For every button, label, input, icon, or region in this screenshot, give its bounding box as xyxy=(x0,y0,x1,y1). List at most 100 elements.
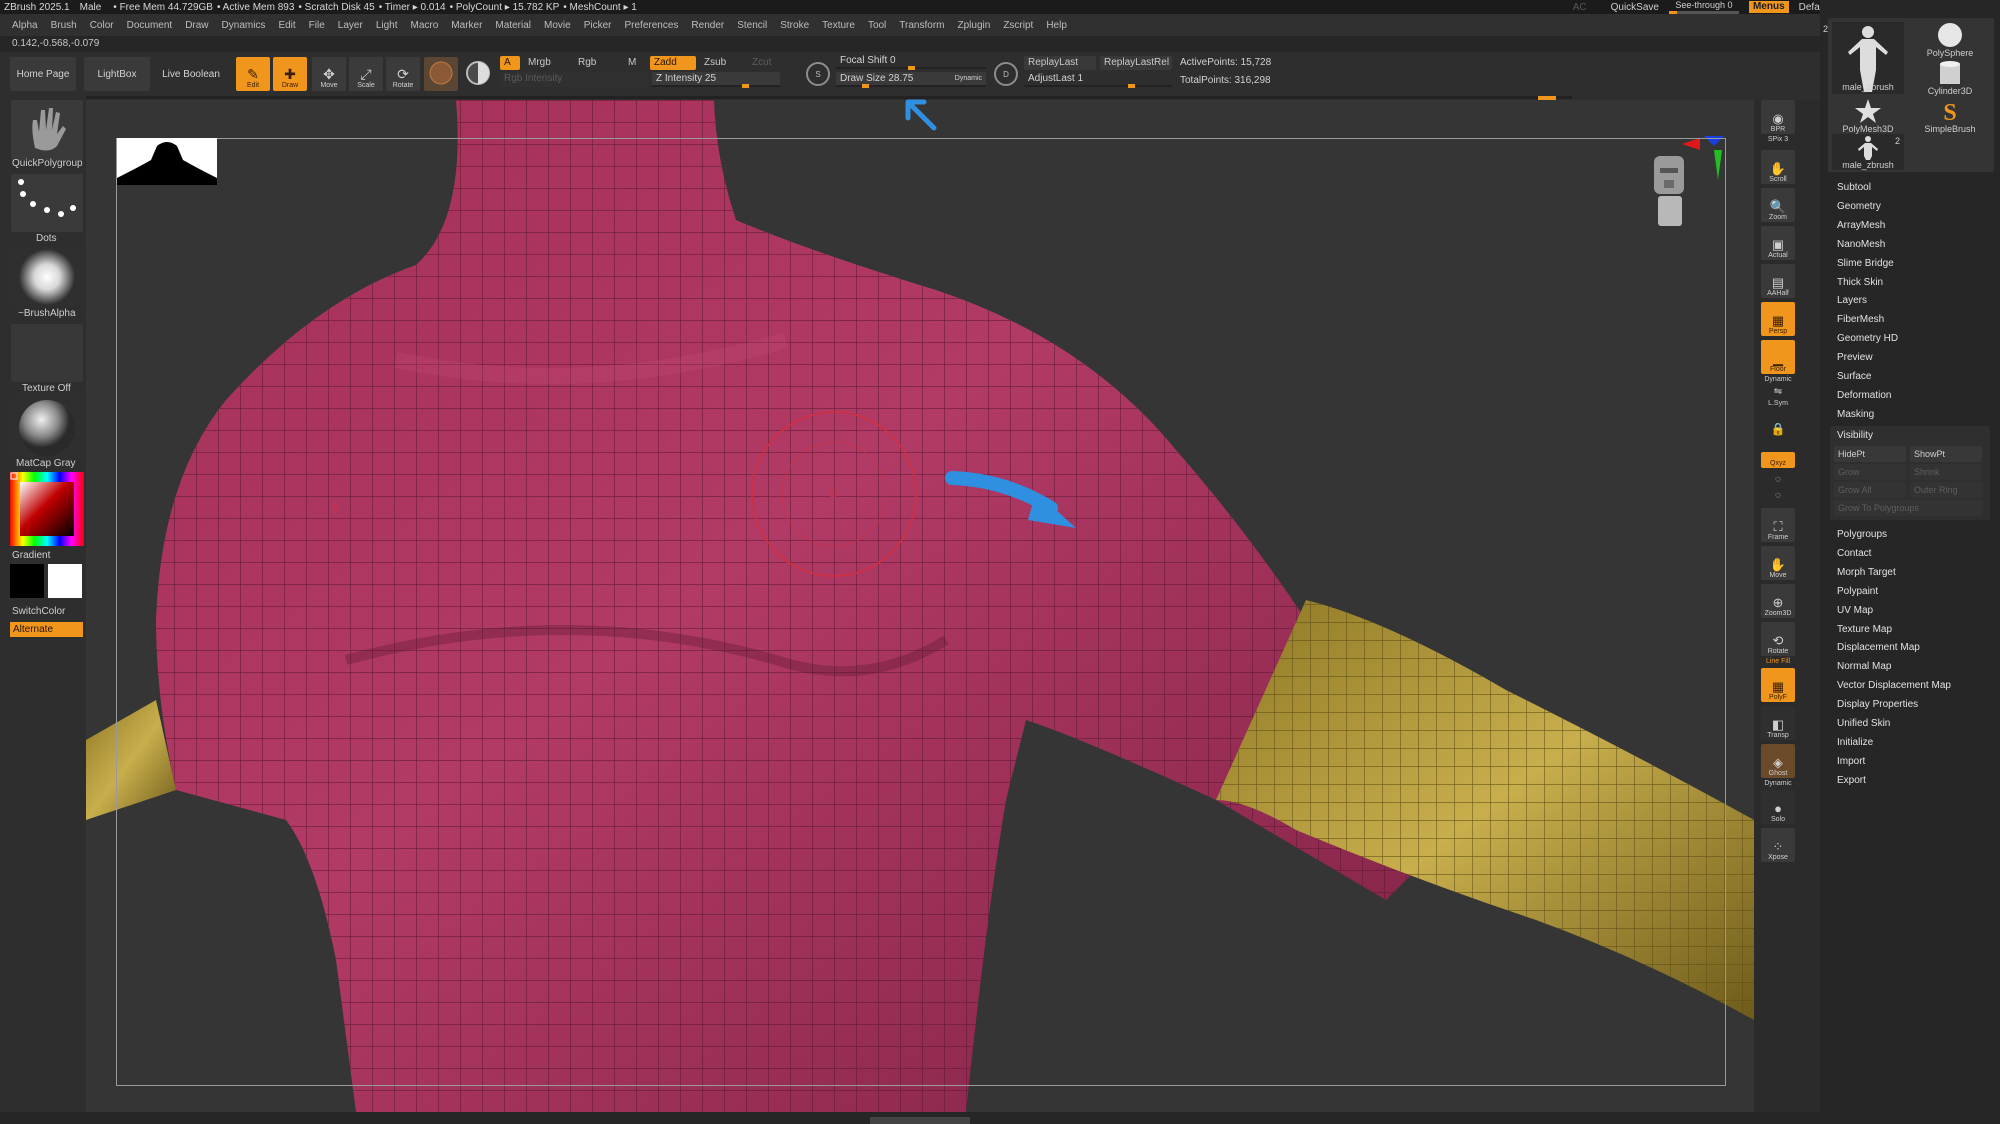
showpt-button[interactable]: ShowPt xyxy=(1910,446,1982,462)
menu-render[interactable]: Render xyxy=(691,20,724,31)
brush-alpha-button[interactable] xyxy=(11,248,83,306)
bpr-button[interactable]: ◉ BPR xyxy=(1761,100,1795,134)
tool-thumb-2[interactable]: Cylinder3D xyxy=(1914,60,1986,96)
menu-item-masking[interactable]: Masking xyxy=(1837,409,1874,420)
rgb-toggle[interactable]: Rgb xyxy=(574,56,610,70)
material-button[interactable] xyxy=(11,398,83,458)
menu-item-unified-skin[interactable]: Unified Skin xyxy=(1837,718,1890,729)
menu-brush[interactable]: Brush xyxy=(51,20,77,31)
solo-button[interactable]: ● Solo xyxy=(1761,790,1795,824)
sym-loop-icon[interactable]: ◌ xyxy=(1761,490,1795,501)
scale-button[interactable]: ⤢ Scale xyxy=(349,57,383,91)
menu-marker[interactable]: Marker xyxy=(451,20,482,31)
a-toggle[interactable]: A xyxy=(500,56,520,70)
draw-button[interactable]: ✚ Draw xyxy=(273,57,307,91)
zsub-toggle[interactable]: Zsub xyxy=(700,56,740,70)
dots-stroke-button[interactable] xyxy=(11,174,83,232)
grow-all-button[interactable]: Grow All xyxy=(1834,482,1906,498)
texture-button[interactable] xyxy=(11,324,83,382)
menu-transform[interactable]: Transform xyxy=(899,20,944,31)
menu-item-polygroups[interactable]: Polygroups xyxy=(1837,529,1887,540)
draw-size-slider[interactable]: Draw Size 28.75 Dynamic xyxy=(836,72,986,88)
grow-to-polygroups-button[interactable]: Grow To Polygroups xyxy=(1834,500,1982,516)
menu-item-preview[interactable]: Preview xyxy=(1837,352,1873,363)
home-page-button[interactable]: Home Page xyxy=(10,57,76,91)
lsym-label[interactable]: L.Sym xyxy=(1761,400,1795,407)
document-canvas[interactable] xyxy=(86,100,1754,1112)
frame-button[interactable]: ⛶ Frame xyxy=(1761,508,1795,542)
menu-file[interactable]: File xyxy=(309,20,325,31)
replay-last-rel-button[interactable]: ReplayLastRel xyxy=(1100,56,1172,70)
menu-tool[interactable]: Tool xyxy=(868,20,886,31)
dynamic-d-icon[interactable]: D xyxy=(994,62,1018,86)
lightbox-button[interactable]: LightBox xyxy=(84,57,150,91)
color-picker[interactable] xyxy=(10,472,84,546)
tool-thumb-5[interactable]: 2 male_zbrush xyxy=(1832,134,1904,170)
tool-thumb-3[interactable]: PolyMesh3D xyxy=(1832,98,1904,134)
menu-item-arraymesh[interactable]: ArrayMesh xyxy=(1837,220,1885,231)
menu-item-displacement-map[interactable]: Displacement Map xyxy=(1837,642,1920,653)
menu-document[interactable]: Document xyxy=(127,20,173,31)
menu-zplugin[interactable]: Zplugin xyxy=(958,20,991,31)
spix-label[interactable]: SPix 3 xyxy=(1761,136,1795,143)
primary-color-swatch[interactable] xyxy=(10,564,44,598)
shrink-button[interactable]: Shrink xyxy=(1910,464,1982,480)
bottom-tray-handle[interactable] xyxy=(870,1117,970,1124)
tool-thumb-1[interactable]: PolySphere xyxy=(1914,22,1986,58)
menu-item-geometry[interactable]: Geometry xyxy=(1837,201,1881,212)
menu-item-fibermesh[interactable]: FiberMesh xyxy=(1837,314,1884,325)
menu-item-import[interactable]: Import xyxy=(1837,756,1865,767)
menu-macro[interactable]: Macro xyxy=(411,20,439,31)
grow-button[interactable]: Grow xyxy=(1834,464,1906,480)
brush-mode-button[interactable] xyxy=(461,57,495,91)
menus-button[interactable]: Menus xyxy=(1748,1,1789,13)
m-toggle[interactable]: M xyxy=(624,56,642,70)
xpose-button[interactable]: ⁘ Xpose xyxy=(1761,828,1795,862)
quick-polygroup-brush-button[interactable] xyxy=(11,100,83,160)
quicksave-button[interactable]: QuickSave xyxy=(1611,2,1659,13)
menu-preferences[interactable]: Preferences xyxy=(624,20,678,31)
actual-button[interactable]: ▣ Actual xyxy=(1761,226,1795,260)
zcut-toggle[interactable]: Zcut xyxy=(748,56,780,70)
menu-item-display-properties[interactable]: Display Properties xyxy=(1837,699,1918,710)
hidept-button[interactable]: HidePt xyxy=(1834,446,1906,462)
menu-item-export[interactable]: Export xyxy=(1837,775,1866,786)
zoom-button[interactable]: 🔍 Zoom xyxy=(1761,188,1795,222)
menu-item-polypaint[interactable]: Polypaint xyxy=(1837,586,1878,597)
focal-shift-slider[interactable]: Focal Shift 0 xyxy=(836,54,986,70)
secondary-color-swatch[interactable] xyxy=(48,564,82,598)
edit-button[interactable]: ✎ Edit xyxy=(236,57,270,91)
transp-button[interactable]: ◧ Transp xyxy=(1761,706,1795,740)
menu-item-geometry-hd[interactable]: Geometry HD xyxy=(1837,333,1898,344)
lsym-icon[interactable]: ⇋ xyxy=(1761,386,1795,397)
rgb-intensity-slider[interactable]: Rgb Intensity xyxy=(500,72,648,87)
zoom3d-button[interactable]: ⊕ Zoom3D xyxy=(1761,584,1795,618)
lock-icon[interactable]: 🔒 xyxy=(1761,422,1795,436)
line-fill-label[interactable]: Line Fill xyxy=(1761,658,1795,665)
menu-item-texture-map[interactable]: Texture Map xyxy=(1837,624,1892,635)
menu-light[interactable]: Light xyxy=(376,20,398,31)
shelf-scrollbar[interactable] xyxy=(86,96,1572,101)
menu-texture[interactable]: Texture xyxy=(822,20,855,31)
menu-item-layers[interactable]: Layers xyxy=(1837,295,1867,306)
mrgb-toggle[interactable]: Mrgb xyxy=(524,56,566,70)
move-button[interactable]: ✥ Move xyxy=(312,57,346,91)
menu-item-slime-bridge[interactable]: Slime Bridge xyxy=(1837,258,1894,269)
switch-color-label[interactable]: SwitchColor xyxy=(12,606,65,617)
see-through-slider[interactable]: See-through 0 xyxy=(1668,0,1739,14)
zadd-toggle[interactable]: Zadd xyxy=(650,56,696,70)
tool-thumb-4[interactable]: S SimpleBrush xyxy=(1914,98,1986,134)
ghost-button[interactable]: ◈ Ghost xyxy=(1761,744,1795,778)
menu-material[interactable]: Material xyxy=(495,20,531,31)
sym-circle-icon[interactable]: ◌ xyxy=(1761,474,1795,485)
menu-item-deformation[interactable]: Deformation xyxy=(1837,390,1891,401)
menu-movie[interactable]: Movie xyxy=(544,20,571,31)
menu-help[interactable]: Help xyxy=(1046,20,1067,31)
menu-color[interactable]: Color xyxy=(90,20,114,31)
scroll-button[interactable]: ✋ Scroll xyxy=(1761,150,1795,184)
live-boolean-button[interactable]: Live Boolean xyxy=(158,57,224,91)
aahalf-button[interactable]: ▤ AAHalf xyxy=(1761,264,1795,298)
focal-shift-s-icon[interactable]: S xyxy=(806,62,830,86)
rotate-view-button[interactable]: ⟲ Rotate xyxy=(1761,622,1795,656)
menu-item-initialize[interactable]: Initialize xyxy=(1837,737,1873,748)
